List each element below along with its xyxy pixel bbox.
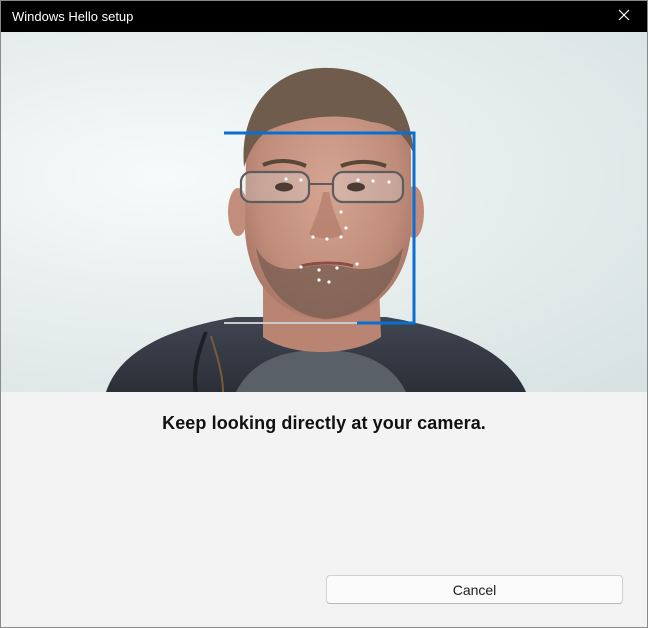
title-bar: Windows Hello setup — [1, 1, 647, 32]
close-icon — [618, 8, 630, 26]
cancel-button[interactable]: Cancel — [326, 575, 623, 604]
person-image — [106, 67, 526, 392]
close-button[interactable] — [601, 1, 647, 32]
camera-preview — [1, 32, 647, 392]
instruction-text: Keep looking directly at your camera. — [162, 413, 486, 433]
windows-hello-dialog: Windows Hello setup Keep looking directl… — [0, 0, 648, 628]
window-title: Windows Hello setup — [12, 9, 134, 24]
